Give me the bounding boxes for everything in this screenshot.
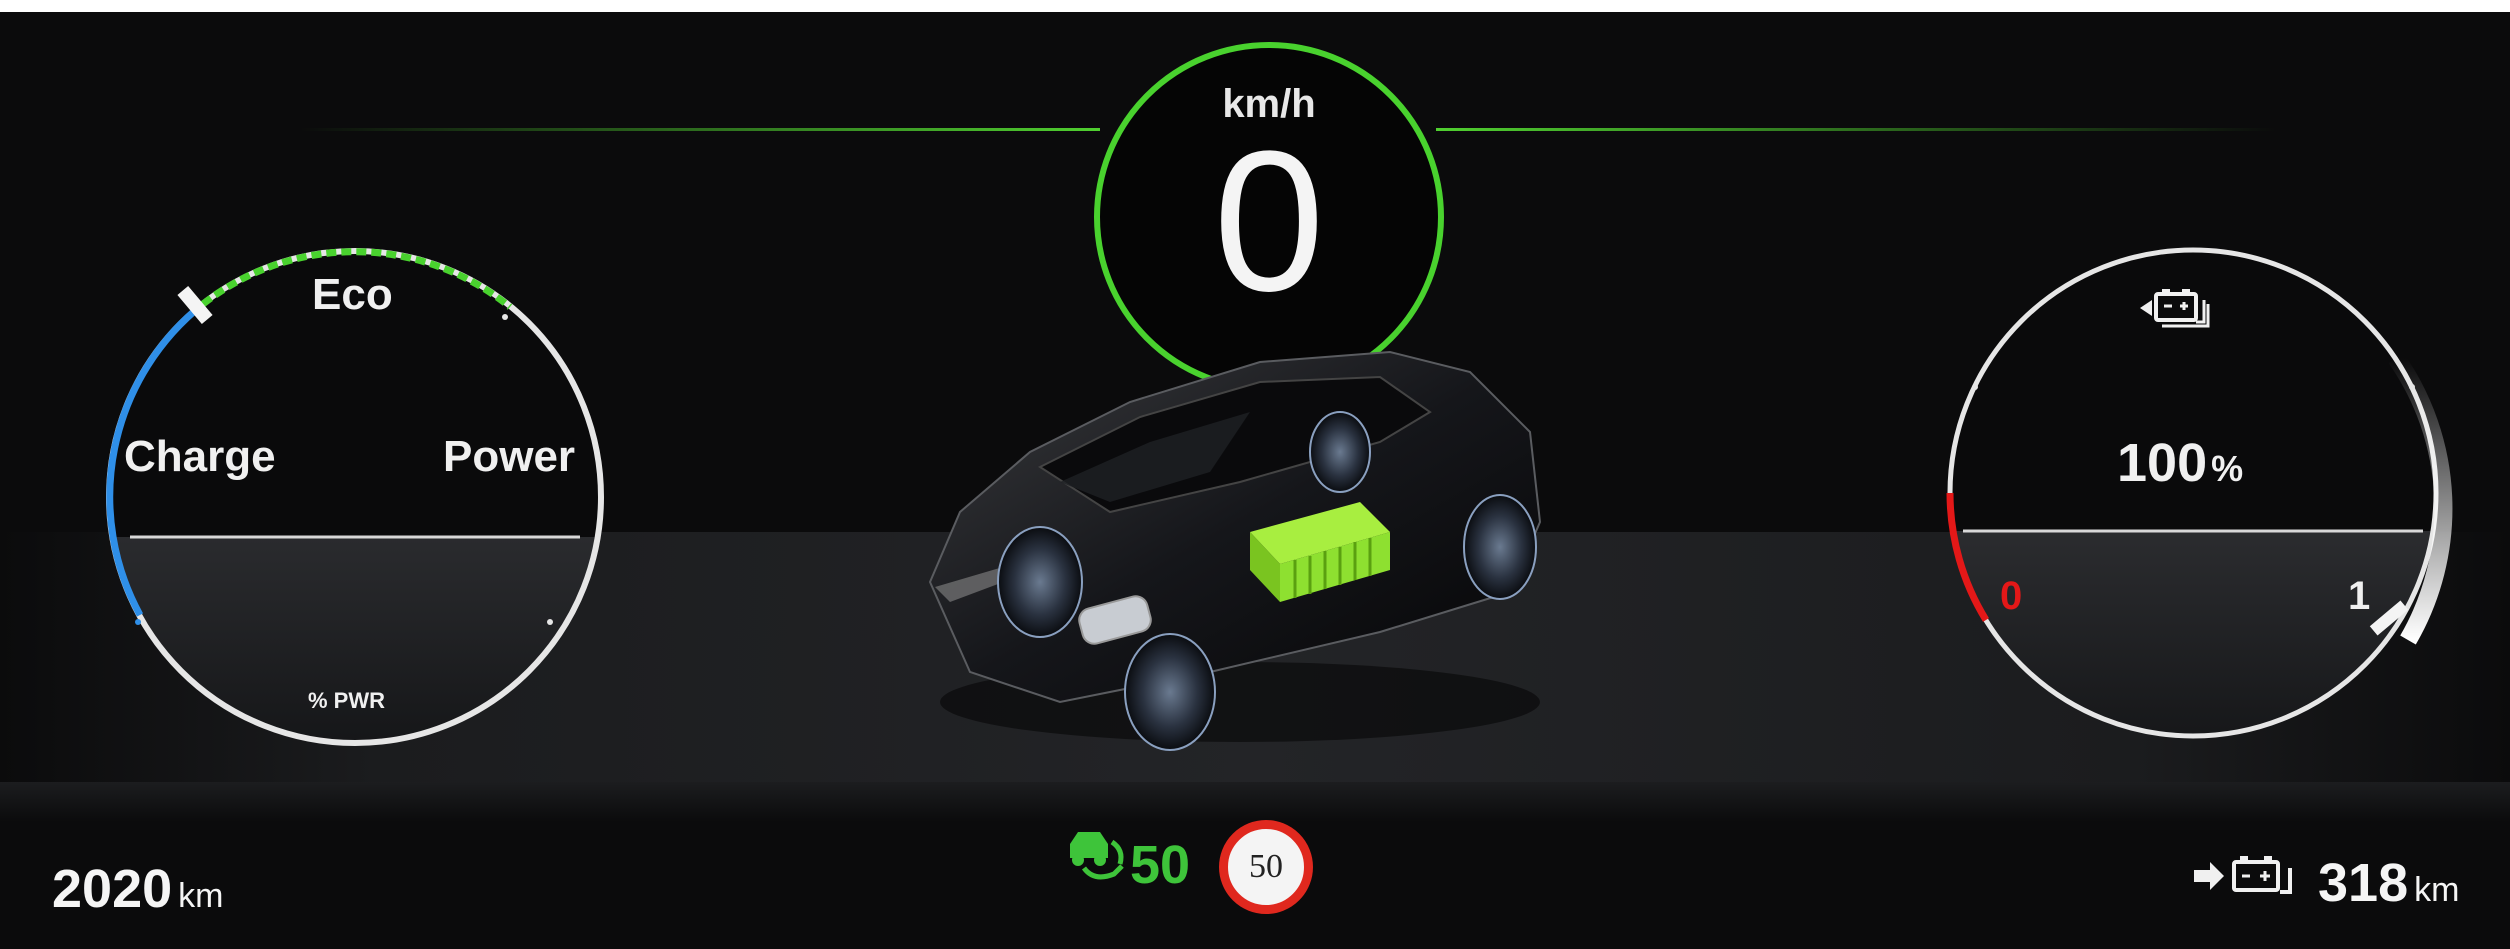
battery-range-icon — [2194, 856, 2292, 894]
car-wheel-rear-right — [1309, 411, 1371, 493]
charge-label: Charge — [124, 432, 276, 481]
battery-gauge-lower-fill — [1950, 531, 2436, 736]
battery-percent-value: 100 — [2117, 433, 2208, 493]
battery-regen-icon — [2140, 289, 2210, 328]
pwr-label: % PWR — [308, 688, 385, 713]
range-value: 318 — [2318, 853, 2409, 913]
power-gauge-lower-fill — [109, 537, 601, 743]
car-illustration — [928, 350, 1542, 751]
car-wheel-front-right — [1124, 633, 1216, 751]
odometer-unit: km — [178, 877, 224, 915]
speed-value: 0 — [1213, 110, 1325, 333]
power-label: Power — [443, 432, 576, 481]
battery-scale-max: 1 — [2348, 574, 2371, 618]
odometer-value: 2020 — [52, 859, 173, 919]
instrument-cluster: km/h 0 Eco Charge Power % PWR 100 % 0 1 … — [0, 12, 2510, 949]
floor-fade — [0, 782, 2510, 822]
speed-limit-sign: 50 — [1219, 820, 1313, 914]
car-wheel-rear-left — [1463, 494, 1537, 600]
range: 318 km — [2318, 852, 2459, 914]
speed-assist-value: 50 — [1130, 835, 1191, 895]
range-unit: km — [2414, 871, 2460, 909]
battery-percent: 100% — [2117, 432, 2243, 494]
battery-percent-unit: % — [2211, 448, 2244, 489]
eco-label: Eco — [312, 270, 393, 319]
odometer: 2020 km — [52, 858, 223, 920]
battery-scale-min: 0 — [2000, 574, 2023, 618]
speed-line-right — [1436, 128, 2276, 131]
speed-limiter-icon — [1070, 832, 1124, 880]
car-wheel-front-left — [997, 526, 1083, 638]
speed-line-left — [300, 128, 1100, 131]
